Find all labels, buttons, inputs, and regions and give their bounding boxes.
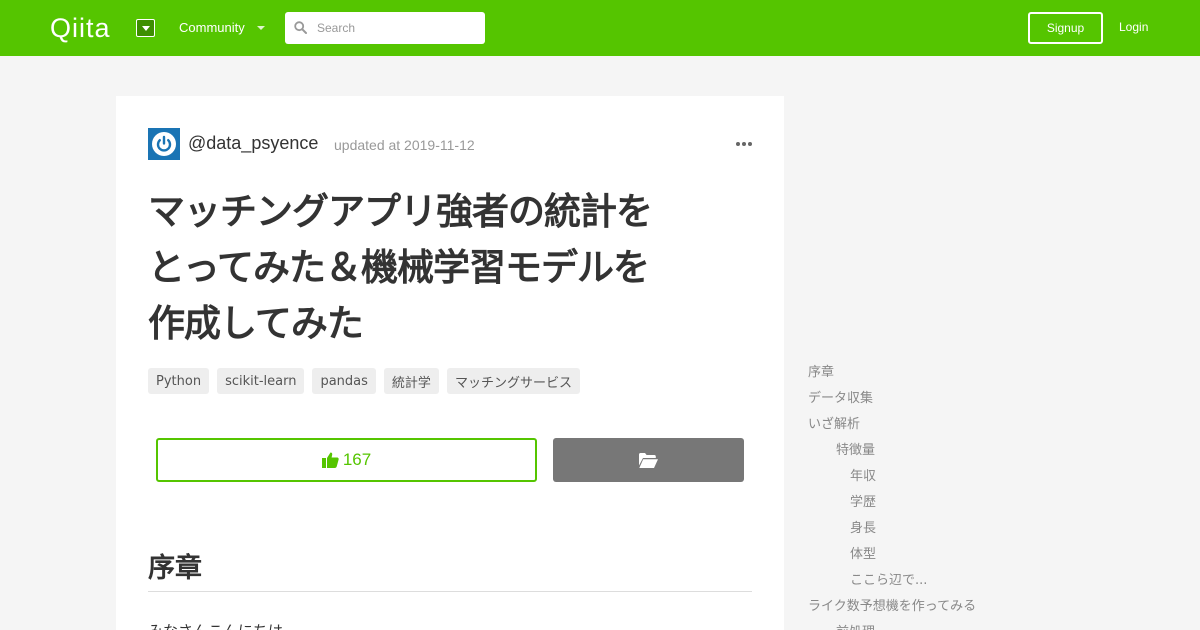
- qiita-logo[interactable]: Qiita: [50, 13, 111, 43]
- like-button[interactable]: 167: [156, 438, 537, 482]
- toc-item[interactable]: いざ解析: [808, 412, 1068, 438]
- stock-button[interactable]: [553, 438, 744, 482]
- toc-item[interactable]: 身長: [808, 516, 1068, 542]
- top-navbar: Qiita Community Signup Login: [0, 0, 1200, 56]
- search-box: [285, 12, 485, 44]
- tag-list: Python scikit-learn pandas 統計学 マッチングサービス: [148, 368, 580, 394]
- toc-item[interactable]: 特徴量: [808, 438, 1068, 464]
- author-name[interactable]: @data_psyence: [188, 133, 318, 154]
- section-heading: 序章: [148, 553, 202, 584]
- toc-item[interactable]: 年収: [808, 464, 1068, 490]
- search-icon: [294, 21, 307, 34]
- toc-item[interactable]: ここら辺で...: [808, 568, 1068, 594]
- toc-item[interactable]: 序章: [808, 360, 1068, 386]
- title-line: とってみた＆機械学習モデルを: [148, 246, 650, 289]
- title-line: マッチングアプリ強者の統計を: [148, 190, 653, 233]
- updated-date: updated at 2019-11-12: [334, 137, 475, 153]
- tag-matching-service[interactable]: マッチングサービス: [446, 368, 580, 394]
- table-of-contents: 序章 データ収集 いざ解析 特徴量 年収 学歴 身長 体型 ここら辺で... ラ…: [808, 360, 1068, 630]
- power-icon: [152, 132, 176, 156]
- toc-item[interactable]: ライク数予想機を作ってみる: [808, 594, 1068, 620]
- article-title: マッチングアプリ強者の統計を とってみた＆機械学習モデルを 作成してみた: [148, 184, 748, 352]
- community-label: Community: [179, 20, 245, 35]
- login-link[interactable]: Login: [1119, 20, 1148, 34]
- search-input[interactable]: [317, 12, 477, 44]
- chevron-down-icon: [256, 25, 265, 30]
- toc-item[interactable]: データ収集: [808, 386, 1068, 412]
- tag-scikit-learn[interactable]: scikit-learn: [217, 368, 305, 394]
- like-count: 167: [342, 450, 372, 469]
- community-menu[interactable]: Community: [179, 20, 265, 35]
- toc-item[interactable]: 学歴: [808, 490, 1068, 516]
- more-options-icon[interactable]: [736, 142, 752, 146]
- signup-button[interactable]: Signup: [1028, 12, 1103, 44]
- tag-python[interactable]: Python: [148, 368, 210, 394]
- folder-open-icon: [639, 452, 658, 468]
- article-body-text: みなさんこんにちは: [148, 620, 283, 630]
- thumbs-up-icon: [321, 452, 339, 468]
- title-line: 作成してみた: [148, 302, 364, 345]
- article-card: @data_psyence updated at 2019-11-12 マッチン…: [116, 96, 784, 630]
- tag-pandas[interactable]: pandas: [312, 368, 376, 394]
- toc-item[interactable]: 体型: [808, 542, 1068, 568]
- toc-item[interactable]: 前処理: [808, 620, 1068, 630]
- avatar[interactable]: [148, 128, 180, 160]
- tag-statistics[interactable]: 統計学: [383, 368, 439, 394]
- logo-dropdown-icon[interactable]: [136, 19, 155, 37]
- divider: [148, 591, 752, 592]
